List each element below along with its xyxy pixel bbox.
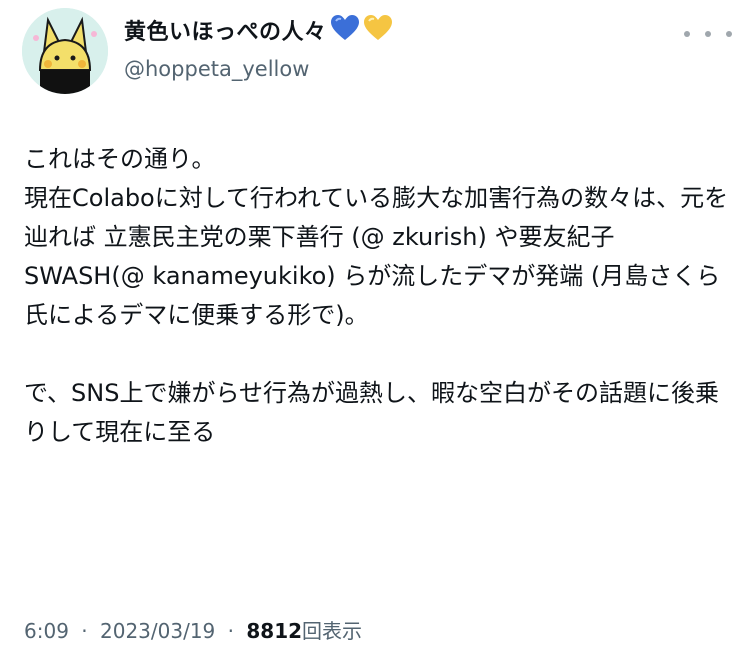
tweet-date[interactable]: 2023/03/19	[100, 619, 215, 643]
tweet-card: 黄色いほっぺの人々 @hoppeta_yellow これはその通り。 現在Col…	[0, 0, 750, 671]
avatar-character-icon	[22, 8, 108, 94]
tweet-text: これはその通り。 現在Colaboに対して行われている膨大な加害行為の数々は、元…	[24, 140, 734, 452]
views-label: 回表示	[302, 619, 363, 643]
more-options-icon	[684, 31, 690, 37]
meta-separator: ·	[227, 619, 234, 643]
tweet-paragraph-2: で、SNS上で嫌がらせ行為が過熱し、暇な空白がその話題に後乗りして現在に至る	[24, 379, 719, 446]
avatar[interactable]	[22, 8, 108, 94]
more-options-button[interactable]	[684, 22, 732, 46]
display-name-text: 黄色いほっぺの人々	[124, 20, 327, 45]
tweet-meta: 6:09 · 2023/03/19 · 8812回表示	[24, 616, 362, 646]
tweet-paragraph-1: これはその通り。 現在Colaboに対して行われている膨大な加害行為の数々は、元…	[24, 145, 729, 329]
meta-separator: ·	[81, 619, 88, 643]
more-options-icon-dot	[726, 31, 732, 37]
tweet-time[interactable]: 6:09	[24, 619, 69, 643]
author-display-name[interactable]: 黄色いほっぺの人々	[124, 14, 393, 52]
blue-heart-icon	[330, 14, 360, 52]
views-count[interactable]: 8812	[246, 619, 302, 643]
author-handle[interactable]: @hoppeta_yellow	[124, 54, 309, 84]
yellow-heart-icon	[363, 14, 393, 52]
more-options-icon-dot	[705, 31, 711, 37]
